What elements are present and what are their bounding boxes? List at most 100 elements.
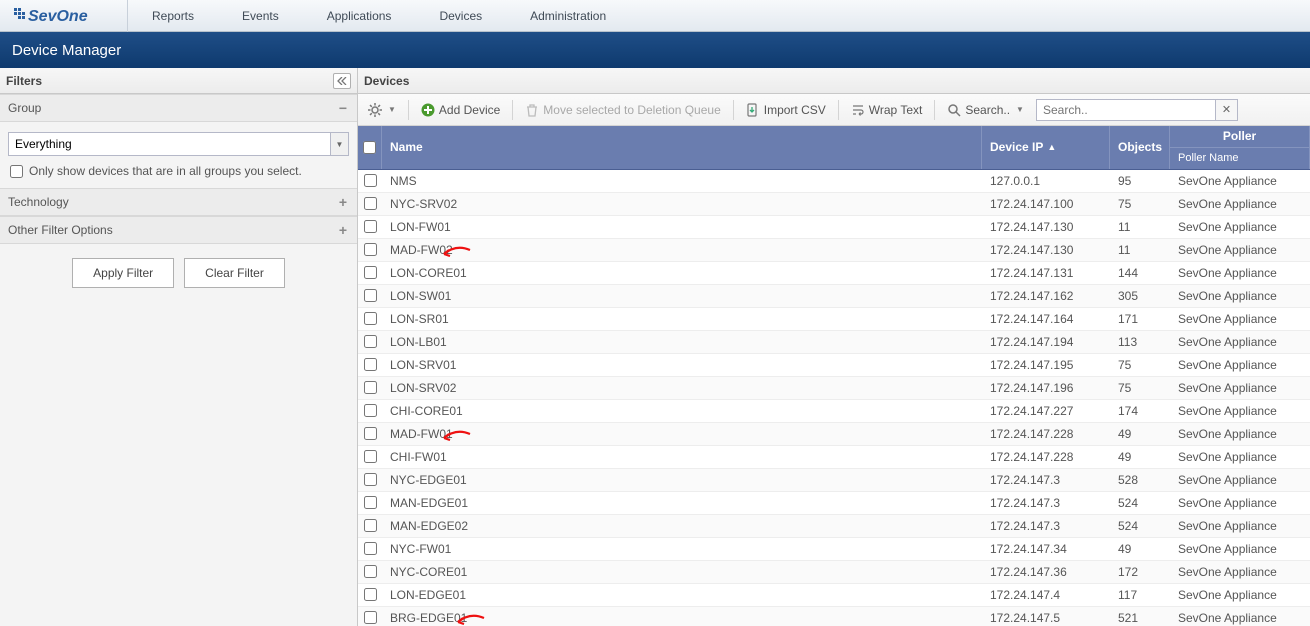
search-input[interactable] bbox=[1036, 99, 1216, 121]
menu-item-administration[interactable]: Administration bbox=[506, 0, 630, 32]
add-device-button[interactable]: Add Device bbox=[417, 98, 504, 122]
column-device-ip[interactable]: Device IP▲ bbox=[982, 126, 1110, 169]
select-all-header[interactable] bbox=[358, 126, 382, 169]
cell-objects: 49 bbox=[1110, 450, 1170, 464]
cell-poller: SevOne Appliance bbox=[1170, 519, 1310, 533]
cell-ip: 172.24.147.227 bbox=[982, 404, 1110, 418]
menu-item-events[interactable]: Events bbox=[218, 0, 303, 32]
table-row[interactable]: LON-LB01172.24.147.194113SevOne Applianc… bbox=[358, 331, 1310, 354]
chevron-down-icon[interactable]: ▼ bbox=[331, 132, 349, 156]
row-checkbox[interactable] bbox=[364, 450, 377, 463]
device-name: NMS bbox=[390, 174, 417, 188]
wrap-text-button[interactable]: Wrap Text bbox=[847, 98, 927, 122]
menu-item-reports[interactable]: Reports bbox=[128, 0, 218, 32]
table-row[interactable]: MAD-FW02172.24.147.13011SevOne Appliance bbox=[358, 239, 1310, 262]
group-combo[interactable]: ▼ bbox=[8, 132, 349, 156]
row-checkbox[interactable] bbox=[364, 312, 377, 325]
cell-poller: SevOne Appliance bbox=[1170, 335, 1310, 349]
chevron-down-icon: ▼ bbox=[388, 105, 396, 114]
row-checkbox[interactable] bbox=[364, 358, 377, 371]
table-row[interactable]: NYC-SRV02172.24.147.10075SevOne Applianc… bbox=[358, 193, 1310, 216]
cell-name: NMS bbox=[382, 174, 982, 188]
filter-section-group[interactable]: Group − bbox=[0, 94, 357, 122]
clear-filter-button[interactable]: Clear Filter bbox=[184, 258, 285, 288]
menu-item-devices[interactable]: Devices bbox=[415, 0, 506, 32]
sort-asc-icon: ▲ bbox=[1047, 142, 1056, 152]
table-row[interactable]: CHI-FW01172.24.147.22849SevOne Appliance bbox=[358, 446, 1310, 469]
table-row[interactable]: BRG-EDGE01172.24.147.5521SevOne Applianc… bbox=[358, 607, 1310, 626]
device-name: NYC-FW01 bbox=[390, 542, 451, 556]
select-all-checkbox[interactable] bbox=[363, 141, 376, 154]
only-in-all-groups[interactable]: Only show devices that are in all groups… bbox=[8, 164, 349, 178]
row-checkbox[interactable] bbox=[364, 404, 377, 417]
cell-ip: 172.24.147.3 bbox=[982, 519, 1110, 533]
cell-ip: 172.24.147.34 bbox=[982, 542, 1110, 556]
cell-ip: 172.24.147.196 bbox=[982, 381, 1110, 395]
row-checkbox[interactable] bbox=[364, 197, 377, 210]
column-poller[interactable]: Poller Poller Name bbox=[1170, 126, 1310, 169]
cell-objects: 75 bbox=[1110, 381, 1170, 395]
cell-ip: 172.24.147.130 bbox=[982, 243, 1110, 257]
table-row[interactable]: NYC-EDGE01172.24.147.3528SevOne Applianc… bbox=[358, 469, 1310, 492]
group-combo-input[interactable] bbox=[8, 132, 331, 156]
menu-item-applications[interactable]: Applications bbox=[303, 0, 416, 32]
table-row[interactable]: LON-SRV01172.24.147.19575SevOne Applianc… bbox=[358, 354, 1310, 377]
table-row[interactable]: MAD-FW01172.24.147.22849SevOne Appliance bbox=[358, 423, 1310, 446]
cell-poller: SevOne Appliance bbox=[1170, 473, 1310, 487]
filter-section-label: Technology bbox=[8, 195, 69, 209]
row-checkbox[interactable] bbox=[364, 427, 377, 440]
table-row[interactable]: LON-CORE01172.24.147.131144SevOne Applia… bbox=[358, 262, 1310, 285]
table-row[interactable]: LON-EDGE01172.24.147.4117SevOne Applianc… bbox=[358, 584, 1310, 607]
apply-filter-button[interactable]: Apply Filter bbox=[72, 258, 174, 288]
cell-poller: SevOne Appliance bbox=[1170, 588, 1310, 602]
table-row[interactable]: MAN-EDGE01172.24.147.3524SevOne Applianc… bbox=[358, 492, 1310, 515]
table-row[interactable]: LON-FW01172.24.147.13011SevOne Appliance bbox=[358, 216, 1310, 239]
row-checkbox[interactable] bbox=[364, 565, 377, 578]
only-in-all-checkbox[interactable] bbox=[10, 165, 23, 178]
table-row[interactable]: LON-SRV02172.24.147.19675SevOne Applianc… bbox=[358, 377, 1310, 400]
row-checkbox[interactable] bbox=[364, 266, 377, 279]
search-menu[interactable]: Search.. ▼ bbox=[943, 98, 1028, 122]
row-checkbox[interactable] bbox=[364, 496, 377, 509]
table-row[interactable]: NYC-FW01172.24.147.3449SevOne Appliance bbox=[358, 538, 1310, 561]
row-checkbox-cell bbox=[358, 243, 382, 256]
filter-section-technology[interactable]: Technology + bbox=[0, 188, 357, 216]
expand-icon: + bbox=[337, 222, 349, 238]
row-checkbox[interactable] bbox=[364, 243, 377, 256]
table-row[interactable]: NYC-CORE01172.24.147.36172SevOne Applian… bbox=[358, 561, 1310, 584]
cell-ip: 172.24.147.228 bbox=[982, 450, 1110, 464]
brand-text: SevOne bbox=[28, 8, 88, 25]
grid-header: Name Device IP▲ Objects Poller Poller Na… bbox=[358, 126, 1310, 170]
cell-objects: 144 bbox=[1110, 266, 1170, 280]
cell-name: MAD-FW01 bbox=[382, 427, 982, 441]
cell-ip: 127.0.0.1 bbox=[982, 174, 1110, 188]
table-row[interactable]: LON-SW01172.24.147.162305SevOne Applianc… bbox=[358, 285, 1310, 308]
cell-ip: 172.24.147.5 bbox=[982, 611, 1110, 625]
row-checkbox[interactable] bbox=[364, 381, 377, 394]
table-row[interactable]: CHI-CORE01172.24.147.227174SevOne Applia… bbox=[358, 400, 1310, 423]
row-checkbox-cell bbox=[358, 358, 382, 371]
move-to-deletion-button[interactable]: Move selected to Deletion Queue bbox=[521, 98, 724, 122]
row-checkbox[interactable] bbox=[364, 611, 377, 624]
row-checkbox[interactable] bbox=[364, 174, 377, 187]
filter-section-other[interactable]: Other Filter Options + bbox=[0, 216, 357, 244]
table-row[interactable]: MAN-EDGE02172.24.147.3524SevOne Applianc… bbox=[358, 515, 1310, 538]
row-checkbox[interactable] bbox=[364, 220, 377, 233]
import-csv-button[interactable]: Import CSV bbox=[742, 98, 830, 122]
column-objects[interactable]: Objects bbox=[1110, 126, 1170, 169]
table-row[interactable]: LON-SR01172.24.147.164171SevOne Applianc… bbox=[358, 308, 1310, 331]
row-checkbox[interactable] bbox=[364, 289, 377, 302]
gear-menu[interactable]: ▼ bbox=[364, 98, 400, 122]
table-row[interactable]: NMS127.0.0.195SevOne Appliance bbox=[358, 170, 1310, 193]
page-title: Device Manager bbox=[12, 42, 121, 59]
column-name[interactable]: Name bbox=[382, 126, 982, 169]
cell-name: NYC-EDGE01 bbox=[382, 473, 982, 487]
clear-search-button[interactable]: ✕ bbox=[1216, 99, 1238, 121]
filter-section-label: Other Filter Options bbox=[8, 223, 113, 237]
collapse-sidebar-icon[interactable] bbox=[333, 73, 351, 89]
row-checkbox[interactable] bbox=[364, 588, 377, 601]
row-checkbox[interactable] bbox=[364, 519, 377, 532]
row-checkbox[interactable] bbox=[364, 335, 377, 348]
row-checkbox[interactable] bbox=[364, 542, 377, 555]
row-checkbox[interactable] bbox=[364, 473, 377, 486]
